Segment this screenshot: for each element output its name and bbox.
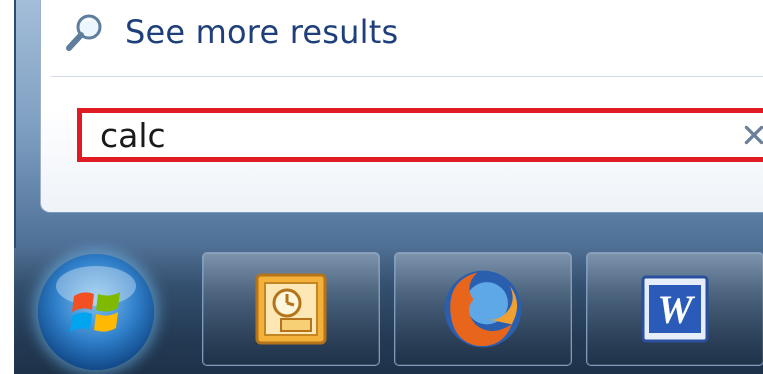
divider xyxy=(51,76,763,77)
taskbar-word-button[interactable]: W xyxy=(586,252,763,366)
close-icon xyxy=(744,125,763,145)
firefox-icon xyxy=(444,270,522,348)
windows-orb-icon xyxy=(56,266,136,332)
start-menu-panel: See more results calc xyxy=(40,0,763,213)
start-button[interactable] xyxy=(38,254,154,370)
taskbar-firefox-button[interactable] xyxy=(394,252,572,366)
see-more-results-link[interactable]: See more results xyxy=(63,8,398,56)
svg-text:W: W xyxy=(657,287,695,332)
clear-search-button[interactable] xyxy=(734,115,763,155)
outlook-icon xyxy=(255,273,327,345)
taskbar: W xyxy=(14,248,763,374)
search-input[interactable]: calc xyxy=(82,116,734,155)
word-icon: W xyxy=(641,275,709,343)
see-more-results-label: See more results xyxy=(125,13,399,51)
search-icon xyxy=(63,10,107,54)
taskbar-outlook-button[interactable] xyxy=(202,252,380,366)
start-search-box[interactable]: calc xyxy=(77,108,763,162)
